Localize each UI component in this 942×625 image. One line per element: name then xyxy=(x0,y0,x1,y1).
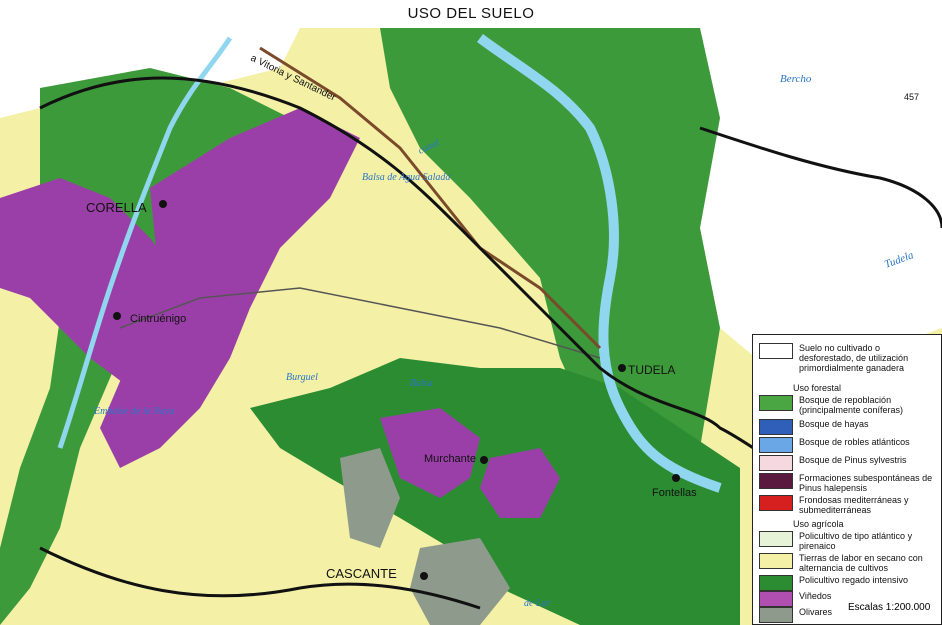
elevation-label: 457 xyxy=(904,92,919,102)
swatch-policultivo-atlantico xyxy=(759,531,793,547)
tudela-label: TUDELA xyxy=(628,363,675,377)
swatch-pinus-sylvestris xyxy=(759,455,793,471)
legend-label-repoblacion: Bosque de repoblación (principalmente co… xyxy=(799,395,904,415)
legend-label-vinedos: Viñedos xyxy=(799,591,832,601)
legend-label-secano: Tierras de labor en secano con alternanc… xyxy=(799,553,923,573)
legend-item-pinus-sylvestris: Bosque de Pinus sylvestris xyxy=(759,455,937,471)
legend-label-pinus-sylvestris: Bosque de Pinus sylvestris xyxy=(799,455,907,465)
legend-heading-agricola: Uso agrícola xyxy=(793,519,844,529)
cintruenigo-marker[interactable] xyxy=(113,312,121,320)
swatch-olivares xyxy=(759,607,793,623)
swatch-secano xyxy=(759,553,793,569)
burguel-label: Burguel xyxy=(286,372,318,383)
swatch-regado xyxy=(759,575,793,591)
tudela-marker[interactable] xyxy=(618,364,626,372)
cascante-label: CASCANTE xyxy=(326,566,397,581)
swatch-halepensis xyxy=(759,473,793,489)
legend-label-halepensis: Formaciones subespontáneas de Pinus hale… xyxy=(799,473,933,493)
legend-label-uncultivated: Suelo no cultivado o desforestado, de ut… xyxy=(799,343,909,373)
balsa-agua-label: Balsa de Agua Salada xyxy=(362,172,450,183)
murchante-marker[interactable] xyxy=(480,456,488,464)
swatch-hayas xyxy=(759,419,793,435)
legend-label-regado: Policultivo regado intensivo xyxy=(799,575,909,585)
murchante-label: Murchante xyxy=(424,453,476,465)
lor-label: de Lor xyxy=(524,598,551,609)
legend-item-halepensis: Formaciones subespontáneas de Pinus hale… xyxy=(759,473,937,493)
cascante-marker[interactable] xyxy=(420,572,428,580)
balsa-b-label: Balsa xyxy=(410,378,433,389)
swatch-repoblacion xyxy=(759,395,793,411)
legend-item-repoblacion: Bosque de repoblación (principalmente co… xyxy=(759,395,937,415)
fontellas-label: Fontellas xyxy=(652,487,697,499)
map-legend: Suelo no cultivado o desforestado, de ut… xyxy=(752,334,942,625)
legend-label-robles: Bosque de robles atlánticos xyxy=(799,437,910,447)
swatch-uncultivated xyxy=(759,343,793,359)
legend-label-olivares: Olivares xyxy=(799,607,833,617)
legend-item-regado: Policultivo regado intensivo xyxy=(759,575,937,591)
legend-label-hayas: Bosque de hayas xyxy=(799,419,869,429)
legend-item-policultivo-atlantico: Policultivo de tipo atlántico y pirenaic… xyxy=(759,531,937,551)
swatch-frondosas xyxy=(759,495,793,511)
map-scale: Escalas 1:200.000 xyxy=(848,602,931,613)
legend-label-frondosas: Frondosas mediterráneas y submediterráne… xyxy=(799,495,909,515)
swatch-robles xyxy=(759,437,793,453)
legend-label-policultivo-atlantico: Policultivo de tipo atlántico y pirenaic… xyxy=(799,531,913,551)
map-title: USO DEL SUELO xyxy=(407,5,535,22)
legend-heading-forestal: Uso forestal xyxy=(793,383,842,393)
swatch-vinedos xyxy=(759,591,793,607)
embalse-nava-label: Embalse de la Nava xyxy=(93,406,174,417)
uncultivated-area xyxy=(700,28,942,378)
corella-marker[interactable] xyxy=(159,200,167,208)
legend-item-hayas: Bosque de hayas xyxy=(759,419,937,435)
legend-item-frondosas: Frondosas mediterráneas y submediterráne… xyxy=(759,495,937,515)
corella-label: CORELLA xyxy=(86,200,147,215)
fontellas-marker[interactable] xyxy=(672,474,680,482)
bercho-river-label: Bercho xyxy=(780,73,812,85)
legend-item-robles: Bosque de robles atlánticos xyxy=(759,437,937,453)
legend-item-uncultivated: Suelo no cultivado o desforestado, de ut… xyxy=(759,343,937,373)
legend-item-olivares: Olivares xyxy=(759,607,849,623)
cintruenigo-label: Cintruénigo xyxy=(130,313,186,325)
legend-item-secano: Tierras de labor en secano con alternanc… xyxy=(759,553,937,573)
